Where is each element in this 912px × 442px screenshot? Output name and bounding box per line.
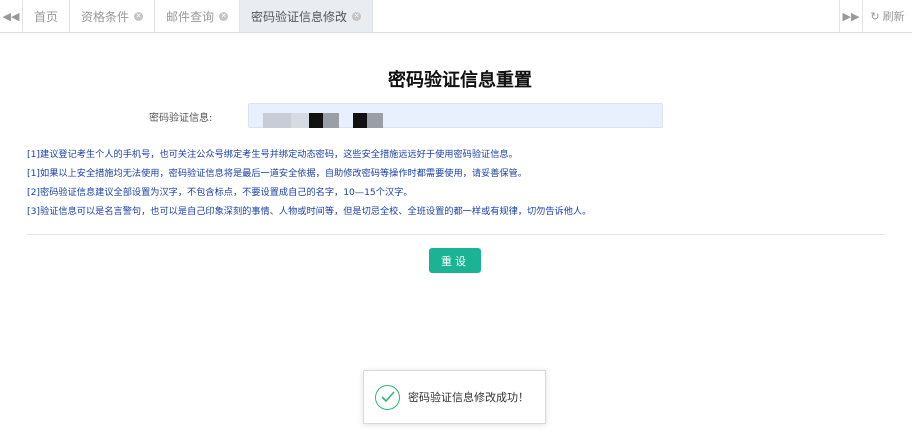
close-icon[interactable]: ✕ <box>352 11 362 21</box>
redaction-block <box>323 113 339 128</box>
tab-label: 首页 <box>34 9 59 24</box>
tab-label: 密码验证信息修改 <box>251 9 348 24</box>
divider <box>27 234 884 235</box>
note-item: [2]密码验证信息建议全部设置为汉字，不包含标点，不要设置成自己的名字，10—1… <box>27 187 413 198</box>
page-title: 密码验证信息重置 <box>388 70 532 91</box>
close-icon[interactable]: ✕ <box>219 11 229 21</box>
refresh-button[interactable]: ↻ 刷新 <box>862 0 912 32</box>
redaction-block <box>291 113 309 128</box>
refresh-label: 刷新 <box>882 10 905 23</box>
tab-qualification[interactable]: 资格条件 ✕ <box>70 0 156 32</box>
redaction-block <box>353 113 367 128</box>
note-item: [1]如果以上安全措施均无法使用，密码验证信息将是最后一道安全依据，自助修改密码… <box>27 168 527 179</box>
scroll-left-icon[interactable]: ◀◀ <box>0 0 23 32</box>
tab-list: 首页 资格条件 ✕ 邮件查询 ✕ 密码验证信息修改 ✕ <box>23 0 839 32</box>
field-label: 密码验证信息: <box>149 113 213 124</box>
close-icon[interactable]: ✕ <box>134 11 144 21</box>
verification-info-input[interactable] <box>248 103 663 128</box>
tab-label: 资格条件 <box>81 9 130 24</box>
check-circle-icon <box>375 384 400 410</box>
success-toast: 密码验证信息修改成功！ <box>363 370 546 424</box>
tab-label: 邮件查询 <box>166 9 215 24</box>
redaction-block <box>367 113 383 128</box>
toast-message: 密码验证信息修改成功！ <box>408 391 529 404</box>
tab-mail-query[interactable]: 邮件查询 ✕ <box>155 0 241 32</box>
notes-list: [1]建议登记考生个人的手机号，也可关注公众号绑定考生号并绑定动态密码，这些安全… <box>27 148 887 224</box>
tab-password-verification[interactable]: 密码验证信息修改 ✕ <box>240 0 374 32</box>
scroll-right-icon[interactable]: ▶▶ <box>839 0 862 32</box>
redaction-block <box>309 113 323 128</box>
note-item: [3]验证信息可以是名言警句，也可以是自己印象深刻的事情、人物或时间等，但是切忌… <box>27 206 592 217</box>
reset-button[interactable]: 重设 <box>429 248 481 273</box>
tab-bar: ◀◀ 首页 资格条件 ✕ 邮件查询 ✕ 密码验证信息修改 ✕ ▶▶ ↻ 刷新 <box>0 0 912 33</box>
redaction-block <box>263 113 291 128</box>
tab-home[interactable]: 首页 <box>23 0 71 32</box>
refresh-icon: ↻ <box>870 9 880 23</box>
note-item: [1]建议登记考生个人的手机号，也可关注公众号绑定考生号并绑定动态密码，这些安全… <box>27 149 518 160</box>
